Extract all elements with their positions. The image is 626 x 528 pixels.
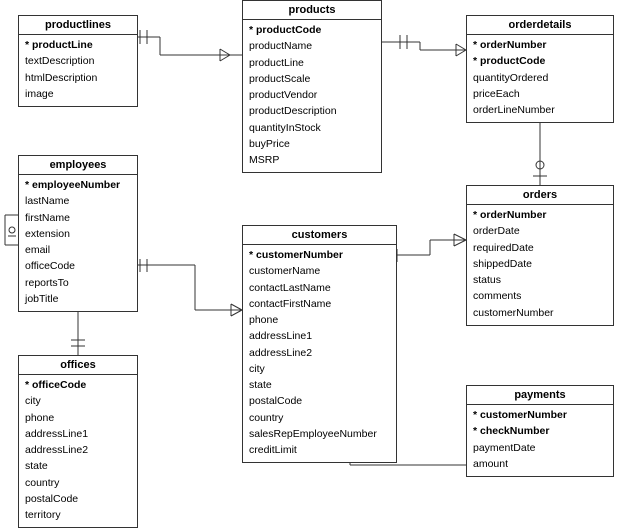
field-orderdetails-quantityOrdered: quantityOrdered	[473, 70, 607, 86]
field-offices-country: country	[25, 475, 131, 491]
field-payments-checkNumber: * checkNumber	[473, 423, 607, 439]
field-orders-status: status	[473, 272, 607, 288]
field-orderdetails-orderLineNumber: orderLineNumber	[473, 102, 607, 118]
entity-productlines: productlines * productLine textDescripti…	[18, 15, 138, 107]
field-products-productLine: productLine	[249, 55, 375, 71]
field-orders-customerNumber: customerNumber	[473, 305, 607, 321]
field-customers-addressLine2: addressLine2	[249, 345, 390, 361]
field-offices-addressLine2: addressLine2	[25, 442, 131, 458]
entity-products-fields: * productCode productName productLine pr…	[243, 20, 381, 172]
field-orders-orderDate: orderDate	[473, 223, 607, 239]
field-orders-comments: comments	[473, 288, 607, 304]
field-offices-city: city	[25, 393, 131, 409]
entity-payments-header: payments	[467, 386, 613, 405]
entity-productlines-header: productlines	[19, 16, 137, 35]
field-customers-state: state	[249, 377, 390, 393]
field-customers-country: country	[249, 410, 390, 426]
field-orderdetails-priceEach: priceEach	[473, 86, 607, 102]
entity-customers-header: customers	[243, 226, 396, 245]
field-orders-orderNumber: * orderNumber	[473, 207, 607, 223]
field-products-productScale: productScale	[249, 71, 375, 87]
entity-offices-header: offices	[19, 356, 137, 375]
field-customers-contactLastName: contactLastName	[249, 280, 390, 296]
field-employees-reportsTo: reportsTo	[25, 275, 131, 291]
field-products-msrp: MSRP	[249, 152, 375, 168]
erd-diagram: productlines * productLine textDescripti…	[0, 0, 626, 500]
field-productlines-image: image	[25, 86, 131, 102]
field-employees-extension: extension	[25, 226, 131, 242]
field-customers-customerName: customerName	[249, 263, 390, 279]
field-customers-customerNumber: * customerNumber	[249, 247, 390, 263]
entity-employees: employees * employeeNumber lastName firs…	[18, 155, 138, 312]
entity-offices-fields: * officeCode city phone addressLine1 add…	[19, 375, 137, 527]
field-customers-city: city	[249, 361, 390, 377]
entity-payments: payments * customerNumber * checkNumber …	[466, 385, 614, 477]
entity-orderdetails-header: orderdetails	[467, 16, 613, 35]
field-products-productName: productName	[249, 38, 375, 54]
field-employees-email: email	[25, 242, 131, 258]
field-offices-state: state	[25, 458, 131, 474]
entity-products-header: products	[243, 1, 381, 20]
field-payments-amount: amount	[473, 456, 607, 472]
field-orderdetails-orderNumber: * orderNumber	[473, 37, 607, 53]
field-employees-officeCode: officeCode	[25, 258, 131, 274]
field-customers-salesRepEmployeeNumber: salesRepEmployeeNumber	[249, 426, 390, 442]
field-employees-jobTitle: jobTitle	[25, 291, 131, 307]
entity-customers: customers * customerNumber customerName …	[242, 225, 397, 463]
field-products-productDescription: productDescription	[249, 103, 375, 119]
field-customers-contactFirstName: contactFirstName	[249, 296, 390, 312]
field-payments-customerNumber: * customerNumber	[473, 407, 607, 423]
entity-employees-fields: * employeeNumber lastName firstName exte…	[19, 175, 137, 311]
entity-orderdetails: orderdetails * orderNumber * productCode…	[466, 15, 614, 123]
entity-orderdetails-fields: * orderNumber * productCode quantityOrde…	[467, 35, 613, 122]
field-productlines-productLine: * productLine	[25, 37, 131, 53]
field-offices-officeCode: * officeCode	[25, 377, 131, 393]
field-products-quantityInStock: quantityInStock	[249, 120, 375, 136]
field-customers-addressLine1: addressLine1	[249, 328, 390, 344]
field-offices-territory: territory	[25, 507, 131, 523]
field-customers-postalCode: postalCode	[249, 393, 390, 409]
entity-offices: offices * officeCode city phone addressL…	[18, 355, 138, 528]
field-orderdetails-productCode: * productCode	[473, 53, 607, 69]
field-employees-employeeNumber: * employeeNumber	[25, 177, 131, 193]
field-productlines-htmlDescription: htmlDescription	[25, 70, 131, 86]
field-orders-requiredDate: requiredDate	[473, 240, 607, 256]
field-offices-phone: phone	[25, 410, 131, 426]
field-products-buyPrice: buyPrice	[249, 136, 375, 152]
field-customers-phone: phone	[249, 312, 390, 328]
entity-productlines-fields: * productLine textDescription htmlDescri…	[19, 35, 137, 106]
field-payments-paymentDate: paymentDate	[473, 440, 607, 456]
field-products-productVendor: productVendor	[249, 87, 375, 103]
field-products-productCode: * productCode	[249, 22, 375, 38]
entity-customers-fields: * customerNumber customerName contactLas…	[243, 245, 396, 462]
entity-orders-header: orders	[467, 186, 613, 205]
field-offices-addressLine1: addressLine1	[25, 426, 131, 442]
field-customers-creditLimit: creditLimit	[249, 442, 390, 458]
field-offices-postalCode: postalCode	[25, 491, 131, 507]
entity-payments-fields: * customerNumber * checkNumber paymentDa…	[467, 405, 613, 476]
entity-products: products * productCode productName produ…	[242, 0, 382, 173]
field-productlines-textDescription: textDescription	[25, 53, 131, 69]
entity-orders: orders * orderNumber orderDate requiredD…	[466, 185, 614, 326]
field-employees-lastName: lastName	[25, 193, 131, 209]
field-employees-firstName: firstName	[25, 210, 131, 226]
entity-employees-header: employees	[19, 156, 137, 175]
entity-orders-fields: * orderNumber orderDate requiredDate shi…	[467, 205, 613, 325]
field-orders-shippedDate: shippedDate	[473, 256, 607, 272]
